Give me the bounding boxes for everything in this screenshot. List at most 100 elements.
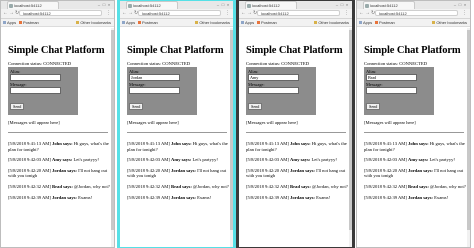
alias-input[interactable]: Brad [366,74,417,81]
scrollbar[interactable] [111,28,114,247]
postman-icon [375,21,378,25]
connection-status: Connection status: CONNECTED [8,61,72,66]
alias-input[interactable]: Jordan [129,74,180,81]
apps-icon [3,21,6,25]
tab-title: localhost:54112 [370,3,398,8]
bookmark-label: Postman [379,20,395,25]
chat-message: [5/8/2018 9:41:13 AM] John says: Hi guys… [246,141,348,152]
browser-tab[interactable]: localhost:54112 [245,1,297,9]
browser-tab[interactable]: localhost:54112 [7,1,59,9]
connection-status: Connection status: CONNECTED [246,61,310,66]
message-timestamp: [5/8/2018 9:41:13 AM] [246,141,289,146]
chat-form: Alias: Jordan Message: Send [127,67,197,115]
scrollbar[interactable] [467,28,470,247]
message-input[interactable] [129,87,180,94]
scrollbar[interactable] [349,28,352,247]
other-bookmarks[interactable]: Other bookmarks [432,19,467,26]
bookmark-postman[interactable]: Postman [138,19,158,26]
message-text: @Jordan, why not? [74,183,110,189]
messages-placeholder: [Messages will appear here] [127,120,179,125]
menu-icon[interactable]: ⋮ [106,10,111,16]
close-icon[interactable]: × [463,2,468,7]
address-bar: ←→↻ localhost:54112 ⋮ [239,9,352,19]
message-author: Amy says: [171,157,192,163]
page-content: Simple Chat Platform Connection status: … [246,28,348,247]
scrollbar-thumb[interactable] [349,30,352,230]
bookmark-apps[interactable]: Apps [3,19,16,26]
connection-status: Connection status: CONNECTED [364,61,428,66]
address-bar: ←→↻ localhost:54112 ⋮ [357,9,470,19]
browser-window: localhost:54112 – □ × ←→↻ localhost:54112 … [238,0,353,248]
message-timestamp: [5/8/2018 9:42:32 AM] [8,183,51,189]
alias-input[interactable] [10,74,61,81]
page-title: Simple Chat Platform [364,45,461,56]
message-author: Jordan says: [408,167,433,173]
divider [364,132,464,133]
folder-icon [432,21,436,25]
send-button[interactable]: Send [129,103,144,110]
menu-icon[interactable]: ⋮ [462,10,467,16]
chat-message: [5/8/2018 9:41:13 AM] John says: Hi guys… [364,141,466,152]
bookmark-label: Other bookmarks [436,20,467,25]
page-icon [365,4,369,8]
bookmark-label: Other bookmarks [199,20,230,25]
menu-icon[interactable]: ⋮ [344,10,349,16]
chat-message: [5/8/2018 9:42:03 AM] Amy says: Let's pa… [364,157,466,163]
browser-tab[interactable]: localhost:54112 [126,1,178,9]
page-title: Simple Chat Platform [127,45,224,56]
message-author: Jordan says: [408,194,433,200]
message-text: Let's partyyy! [311,157,337,163]
url-input[interactable]: localhost:54112 [375,10,458,16]
message-timestamp: [5/8/2018 9:42:39 AM] [364,194,407,200]
other-bookmarks[interactable]: Other bookmarks [314,19,349,26]
alias-input[interactable]: Amy [248,74,299,81]
message-timestamp: [5/8/2018 9:42:39 AM] [8,194,51,200]
browser-tab[interactable]: localhost:54112 [363,1,415,9]
bookmark-apps[interactable]: Apps [241,19,254,26]
browser-window: localhost:54112 – □ × ←→↻ localhost:54112 … [356,0,471,248]
page-icon [9,4,13,8]
window-controls: – □ × [216,2,231,7]
close-icon[interactable]: × [345,2,350,7]
message-timestamp: [5/8/2018 9:42:32 AM] [364,183,407,189]
message-author: Jordan says: [290,194,315,200]
message-author: Brad says: [290,183,311,189]
menu-icon[interactable]: ⋮ [225,10,230,16]
chat-message: [5/8/2018 9:42:20 AM] Jordan says: I'll … [364,168,466,179]
other-bookmarks[interactable]: Other bookmarks [76,19,111,26]
other-bookmarks[interactable]: Other bookmarks [195,19,230,26]
url-input[interactable]: localhost:54112 [257,10,340,16]
postman-icon [19,21,22,25]
scrollbar[interactable] [230,28,233,247]
scrollbar-thumb[interactable] [230,30,233,230]
messages-placeholder: [Messages will appear here] [8,120,60,125]
url-input[interactable]: localhost:54112 [138,10,221,16]
send-button[interactable]: Send [248,103,263,110]
send-button[interactable]: Send [10,103,25,110]
bookmark-apps[interactable]: Apps [359,19,372,26]
bookmarks-bar: Apps Postman Other bookmarks [239,19,352,27]
message-input[interactable] [248,87,299,94]
message-timestamp: [5/8/2018 9:41:13 AM] [8,141,51,146]
message-input[interactable] [366,87,417,94]
message-list: [5/8/2018 9:41:13 AM] John says: Hi guys… [127,141,229,200]
message-input[interactable] [10,87,61,94]
close-icon[interactable]: × [107,2,112,7]
page-title: Simple Chat Platform [246,45,343,56]
bookmark-apps[interactable]: Apps [122,19,135,26]
close-icon[interactable]: × [226,2,231,7]
connection-status: Connection status: CONNECTED [127,61,191,66]
url-input[interactable]: localhost:54112 [19,10,102,16]
bookmark-postman[interactable]: Postman [375,19,395,26]
message-text: Let's partyyy! [73,157,99,163]
scrollbar-thumb[interactable] [111,30,114,230]
message-author: Amy says: [290,157,311,163]
chat-message: [5/8/2018 9:42:39 AM] Jordan says: Exams… [8,195,110,201]
bookmark-postman[interactable]: Postman [19,19,39,26]
message-author: Amy says: [408,157,429,163]
chat-message: [5/8/2018 9:42:20 AM] Jordan says: I'll … [8,168,110,179]
bookmark-postman[interactable]: Postman [257,19,277,26]
message-text: Exams! [78,194,93,200]
send-button[interactable]: Send [366,103,381,110]
scrollbar-thumb[interactable] [467,30,470,230]
